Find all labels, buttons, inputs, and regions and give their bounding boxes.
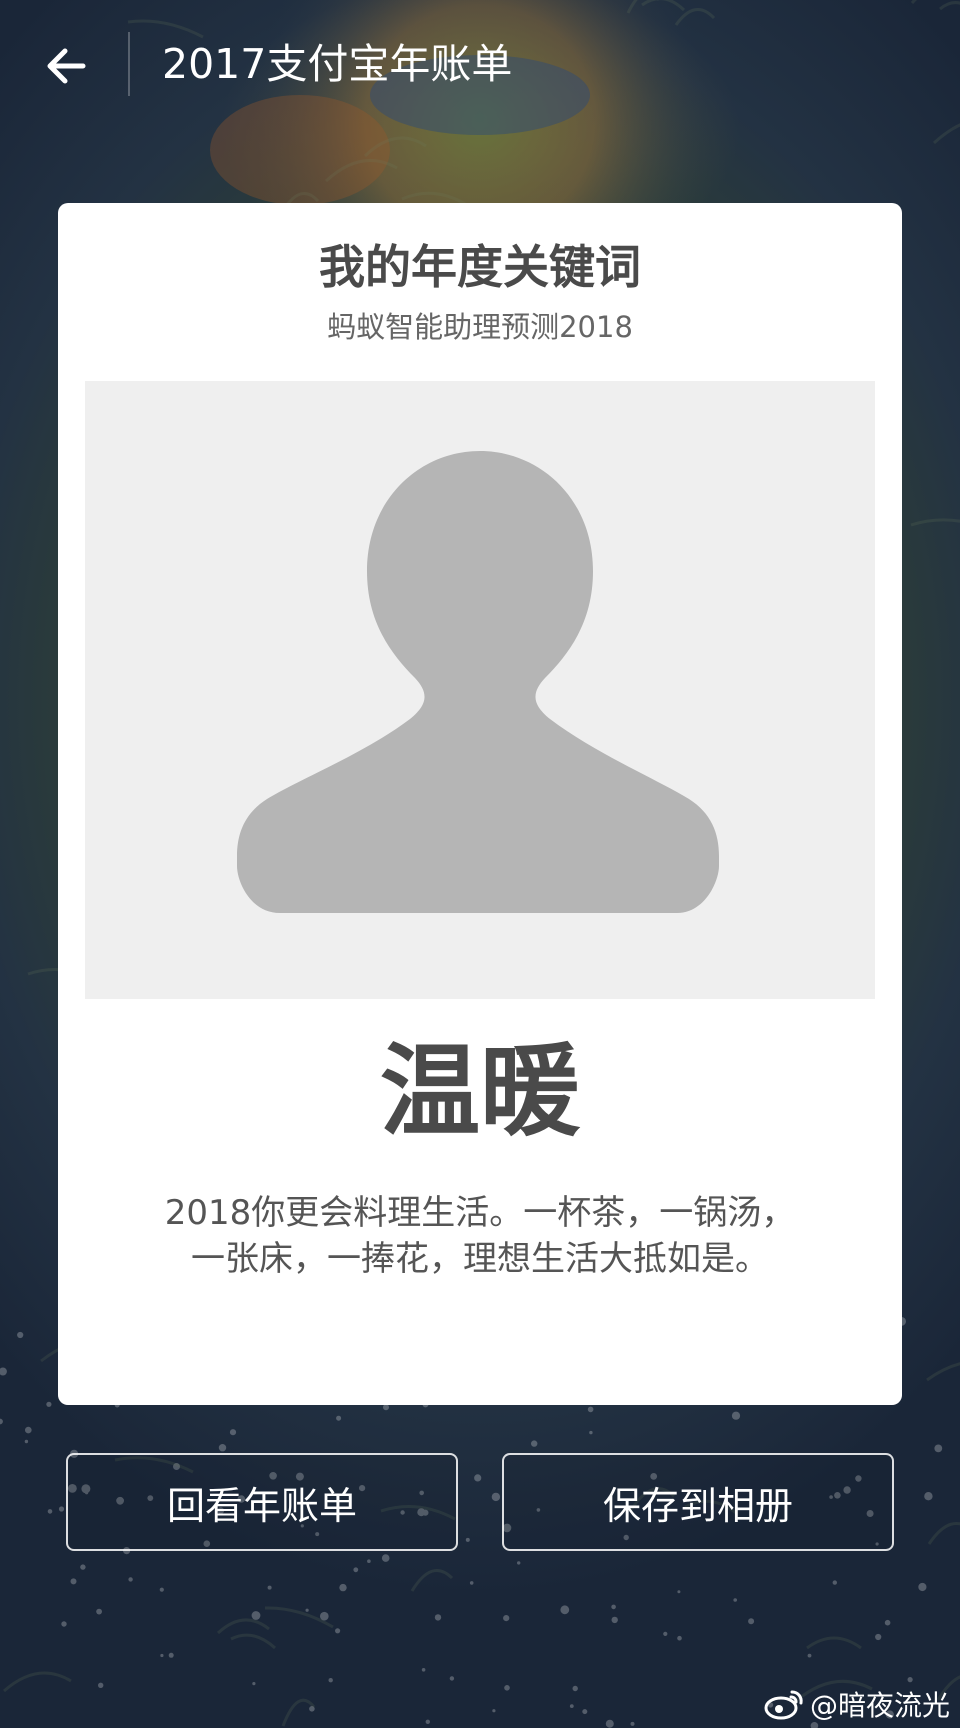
image-placeholder	[85, 381, 875, 999]
review-bill-button[interactable]: 回看年账单	[66, 1453, 458, 1551]
page-title: 2017支付宝年账单	[162, 40, 513, 88]
back-button[interactable]	[36, 36, 96, 96]
save-to-album-button[interactable]: 保存到相册	[502, 1453, 894, 1551]
watermark-text: @暗夜流光	[809, 1689, 950, 1722]
watermark: @暗夜流光	[764, 1684, 950, 1724]
card-subtitle: 蚂蚁智能助理预测2018	[327, 310, 633, 344]
arrow-left-icon	[47, 48, 86, 84]
person-silhouette-icon	[237, 451, 719, 913]
weibo-icon	[764, 1690, 803, 1720]
card-title: 我的年度关键词	[319, 240, 641, 294]
keyword-card: 我的年度关键词 蚂蚁智能助理预测2018 温暖 2018你更会料理生活。一杯茶，…	[58, 203, 902, 1405]
keyword-description: 2018你更会料理生活。一杯茶，一锅汤，一张床，一捧花，理想生活大抵如是。	[164, 1193, 796, 1279]
annual-keyword: 温暖	[380, 1032, 580, 1150]
topbar-divider	[128, 32, 130, 96]
top-bar: 2017支付宝年账单	[0, 0, 960, 130]
